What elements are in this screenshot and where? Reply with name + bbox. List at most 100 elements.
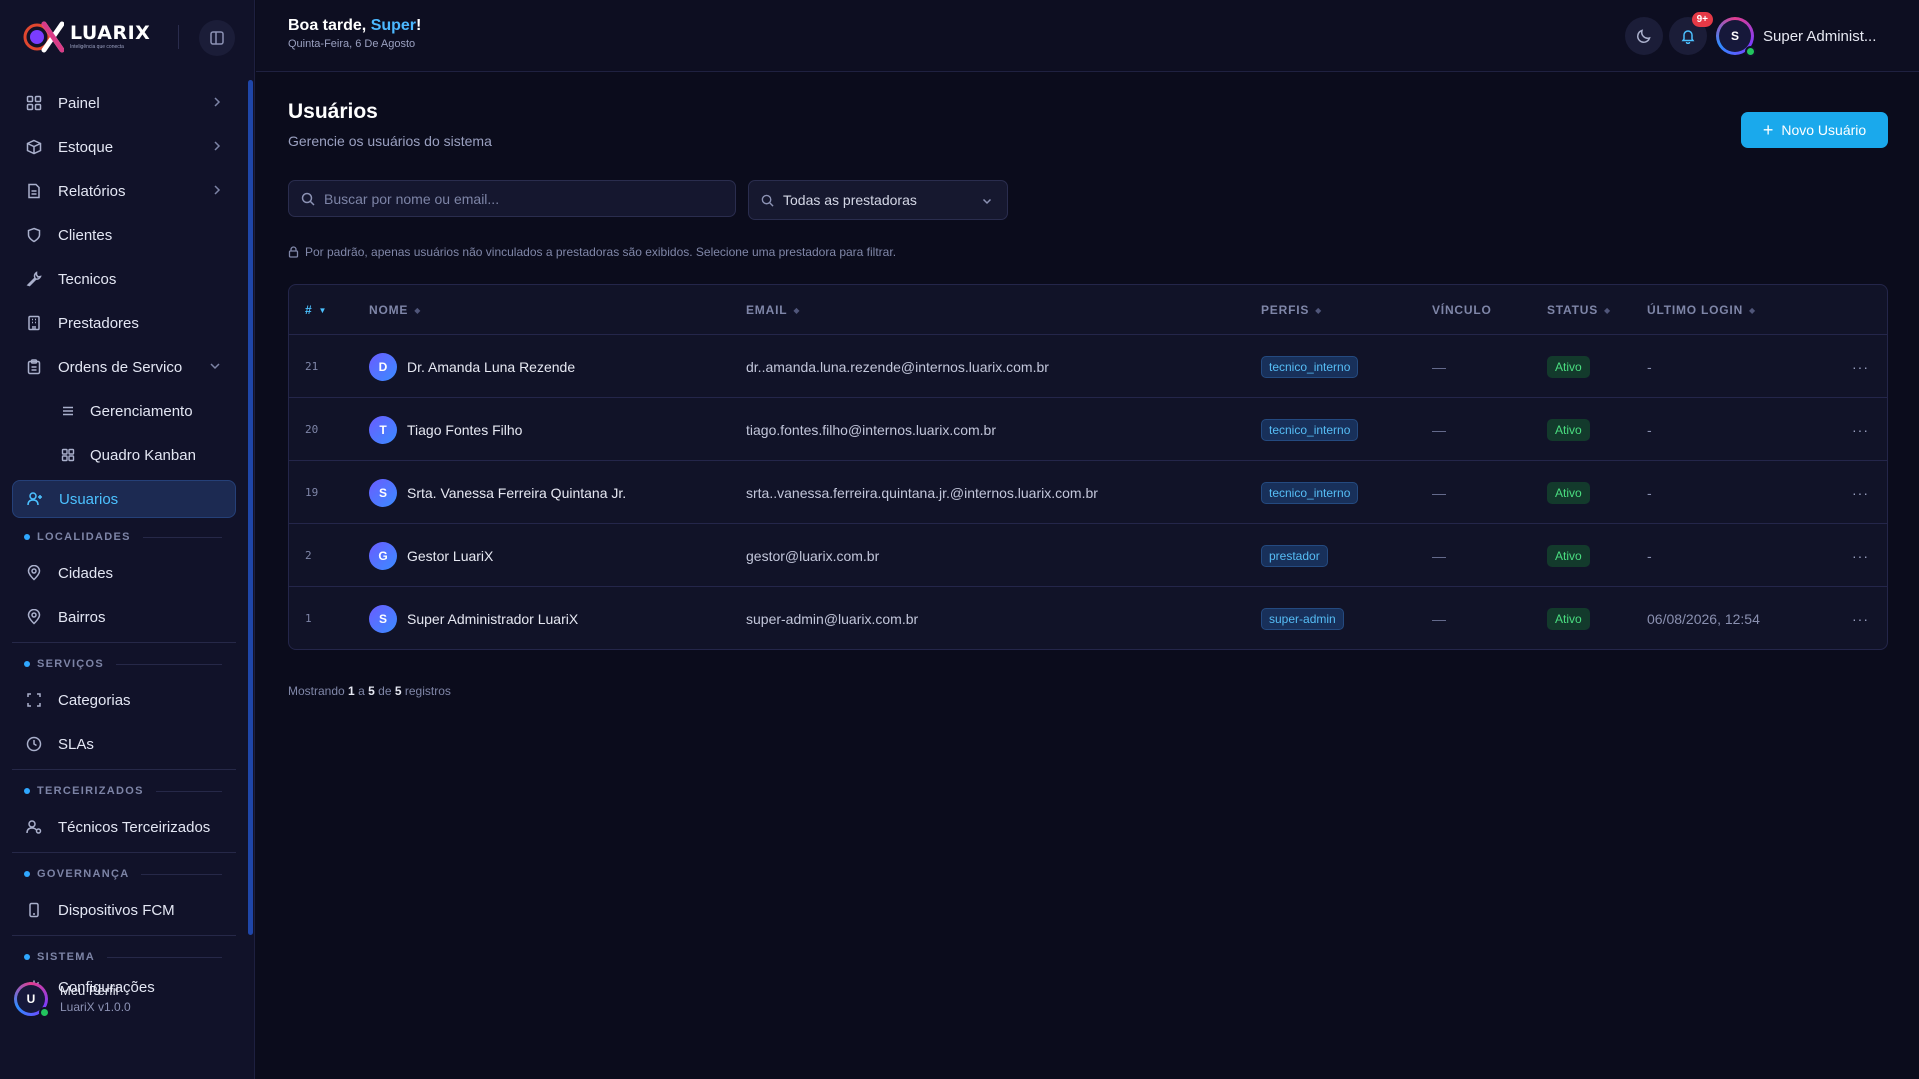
avatar: D	[369, 352, 397, 381]
sidebar-item-label: Dispositivos FCM	[58, 901, 175, 919]
header-nome[interactable]: NOME ◆	[369, 303, 421, 317]
avatar: S	[369, 478, 397, 507]
row-actions-button[interactable]: ···	[1852, 335, 1869, 398]
sidebar-item-bairros[interactable]: Bairros	[12, 598, 236, 636]
role-badge: tecnico_interno	[1261, 355, 1359, 378]
section-governanca: GOVERNANÇA	[12, 861, 236, 887]
filter-hint-text: Por padrão, apenas usuários não vinculad…	[305, 245, 897, 259]
chevron-down-icon	[981, 194, 993, 210]
header-perfis[interactable]: PERFIS ◆	[1261, 303, 1322, 317]
profile-menu[interactable]: U Meu Perfil LuariX v1.0.0	[14, 982, 131, 1018]
sidebar-item-painel[interactable]: Painel	[12, 84, 236, 122]
user-status: Ativo	[1547, 524, 1590, 587]
notifications-button[interactable]: 9+	[1669, 12, 1713, 55]
search-box[interactable]	[288, 180, 736, 217]
bell-icon	[1681, 30, 1695, 44]
sidebar-item-label: Painel	[58, 94, 100, 112]
filter-hint: Por padrão, apenas usuários não vinculad…	[288, 245, 896, 259]
user-name: Srta. Vanessa Ferreira Quintana Jr.	[407, 484, 627, 501]
section-label: GOVERNANÇA	[37, 868, 130, 880]
user-id: 20	[305, 423, 319, 436]
wrench-icon	[25, 270, 43, 288]
footer-to: 5	[368, 684, 375, 698]
sidebar-item-clientes[interactable]: Clientes	[12, 216, 236, 254]
brand-logo[interactable]: LUARIX Inteligência que conecta	[22, 18, 150, 56]
sort-icon: ◆	[1749, 305, 1756, 315]
sidebar-item-relatorios[interactable]: Relatórios	[12, 172, 236, 210]
user-vinculo: —	[1432, 484, 1446, 501]
building-icon	[25, 314, 43, 332]
sidebar-item-cidades[interactable]: Cidades	[12, 554, 236, 592]
header-email[interactable]: EMAIL ◆	[746, 303, 800, 317]
chevron-right-icon	[212, 183, 222, 201]
sidebar-item-dispositivos-fcm[interactable]: Dispositivos FCM	[12, 891, 236, 929]
user-cog-icon	[25, 818, 43, 836]
user-vinculo: —	[1432, 358, 1446, 375]
sidebar-item-slas[interactable]: SLAs	[12, 725, 236, 763]
table-row[interactable]: 20 T Tiago Fontes Filho tiago.fontes.filh…	[289, 398, 1887, 461]
user-last-login: -	[1647, 421, 1652, 438]
sidebar-item-label: Usuarios	[59, 490, 119, 508]
row-actions-button[interactable]: ···	[1852, 524, 1869, 587]
sidebar-item-usuarios[interactable]: Usuarios	[12, 480, 236, 518]
avatar: T	[369, 415, 397, 444]
header-id[interactable]: # ▼	[305, 303, 327, 317]
row-actions-button[interactable]: ···	[1852, 398, 1869, 461]
table-row[interactable]: 2 G Gestor LuariX gestor@luarix.com.br pr…	[289, 524, 1887, 587]
profile-name: Meu Perfil	[60, 983, 119, 998]
row-actions-button[interactable]: ···	[1852, 587, 1869, 649]
user-id: 2	[305, 549, 312, 562]
user-email: tiago.fontes.filho@internos.luarix.com.b…	[746, 421, 996, 438]
sidebar-scrollbar[interactable]	[248, 80, 253, 935]
sidebar-item-estoque[interactable]: Estoque	[12, 128, 236, 166]
sidebar-item-label: Ordens de Servico	[58, 358, 183, 376]
user-status: Ativo	[1547, 398, 1590, 461]
sidebar-item-tecnicos-terceirizados[interactable]: Técnicos Terceirizados	[12, 808, 236, 846]
greeting-suffix: !	[416, 17, 422, 34]
sidebar-item-categorias[interactable]: Categorias	[12, 681, 236, 719]
luarix-logo-icon	[22, 20, 65, 54]
theme-toggle-button[interactable]	[1625, 17, 1663, 55]
sidebar-collapse-button[interactable]	[199, 20, 235, 56]
footer-de: de	[378, 684, 392, 698]
row-actions-button[interactable]: ···	[1852, 461, 1869, 524]
sidebar-subitem-label: Gerenciamento	[90, 402, 193, 420]
search-icon	[301, 192, 315, 206]
header-status[interactable]: STATUS ◆	[1547, 303, 1611, 317]
user-name: Super Administ...	[1763, 27, 1877, 45]
prestadora-filter-select[interactable]: Todas as prestadoras	[748, 180, 1008, 220]
sidebar-item-ordens-de-servico[interactable]: Ordens de Servico	[12, 348, 236, 386]
sidebar-subitem-gerenciamento[interactable]: Gerenciamento	[12, 392, 236, 430]
user-menu[interactable]: S Super Administ...	[1716, 17, 1877, 57]
user-status: Ativo	[1547, 335, 1590, 398]
avatar: S	[1716, 17, 1756, 57]
table-row[interactable]: 19 S Srta. Vanessa Ferreira Quintana Jr. …	[289, 461, 1887, 524]
user-last-login: 06/08/2026, 12:54	[1647, 610, 1760, 627]
plus-icon: +	[1762, 120, 1774, 140]
sort-icon: ◆	[414, 305, 422, 315]
user-name: Super Administrador LuariX	[407, 610, 579, 627]
sidebar-subitem-quadro-kanban[interactable]: Quadro Kanban	[12, 436, 236, 474]
sidebar-item-label: Categorias	[58, 691, 131, 709]
brand-tagline: Inteligência que conecta	[70, 44, 124, 50]
sort-icon: ◆	[793, 305, 801, 315]
header-label: PERFIS	[1261, 303, 1310, 317]
section-label: SERVIÇOS	[37, 658, 105, 670]
filter-value: Todas as prestadoras	[783, 192, 917, 208]
table-row[interactable]: 21 D Dr. Amanda Luna Rezende dr..amanda.l…	[289, 335, 1887, 398]
sidebar-item-prestadores[interactable]: Prestadores	[12, 304, 236, 342]
new-user-button[interactable]: + Novo Usuário	[1741, 112, 1888, 148]
chevron-down-icon: ▼	[318, 305, 328, 315]
frame-icon	[25, 691, 43, 709]
header-label: VÍNCULO	[1432, 303, 1492, 317]
search-input[interactable]	[324, 190, 724, 207]
page-title: Usuários	[288, 100, 378, 123]
sidebar-item-tecnicos[interactable]: Tecnicos	[12, 260, 236, 298]
table-row[interactable]: 1 S Super Administrador LuariX super-admi…	[289, 587, 1887, 649]
header-label: STATUS	[1547, 303, 1599, 317]
avatar: S	[369, 604, 397, 633]
header-ultimo-login[interactable]: ÚLTIMO LOGIN ◆	[1647, 303, 1756, 317]
table-header: # ▼ NOME ◆ EMAIL ◆ PERFIS ◆ VÍNCULO STATUS ◆ …	[289, 285, 1887, 335]
status-badge: Ativo	[1547, 418, 1590, 441]
sidebar-item-label: Prestadores	[58, 314, 139, 332]
